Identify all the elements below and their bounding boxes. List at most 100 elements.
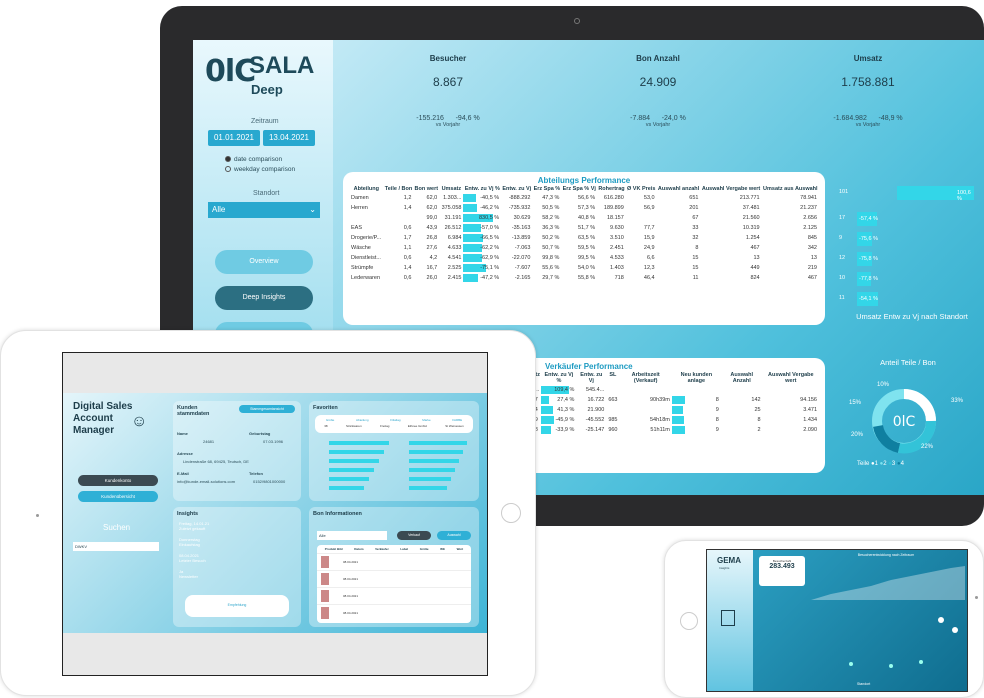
table-cell: -62,2 % xyxy=(463,243,501,253)
table-cell: 26,8 xyxy=(426,235,438,241)
birthday-value: 07.03.1996 xyxy=(263,439,284,444)
delta-bar xyxy=(463,224,481,232)
table-cell: 94.156 xyxy=(800,397,817,403)
table-cell: 63,5 % xyxy=(578,235,596,241)
favorites-header: Größe Abteilung Filialtag Marke FARBE xyxy=(315,415,473,422)
column-header: Ø VK Preis xyxy=(626,186,656,192)
bon-select[interactable]: Alle xyxy=(317,531,387,540)
column-header: Auswahl Anzahl xyxy=(730,372,754,384)
table-cell: -2.165 xyxy=(514,275,531,281)
favorites-cell: Freitag xyxy=(380,424,390,428)
bon-title: Bon Informationen xyxy=(313,511,362,517)
table-cell: 13 xyxy=(810,255,817,261)
favorites-cell: 38 xyxy=(324,424,328,428)
search-input[interactable]: DWKV xyxy=(73,542,159,551)
search-value: DWKV xyxy=(75,544,87,549)
location-select[interactable]: Alle ⌄ xyxy=(208,202,320,218)
table-cell: 37.481 xyxy=(742,205,760,211)
nav-deep-insights-button[interactable]: Deep Insights xyxy=(215,286,313,310)
table-cell: 30.629 xyxy=(513,215,531,221)
table-cell: 4.533 xyxy=(610,255,624,261)
table-cell: 219 xyxy=(807,265,817,271)
table-row: Wäsche 1,1 27,6 4.633 -62,2 % -7.063 50,7 % 59,… xyxy=(349,243,819,253)
sale-button[interactable]: Verkauf xyxy=(397,531,431,540)
delta-value: -57,0 % xyxy=(480,225,500,231)
insight-row: 08.04.2021 Letzter Besuch xyxy=(179,553,295,563)
new-customer-bar xyxy=(671,426,686,434)
table-row: Strümpfe 1,4 16,7 2.525 -75,1 % -7.607 55,6 % 5… xyxy=(349,263,819,273)
column-header: Arbeitszeit (Verkauf) xyxy=(631,372,660,384)
favorite-bar xyxy=(409,441,467,445)
table-row: 77.77727,4 %16.72266390h39m814294.156 xyxy=(519,395,819,405)
table-cell: -22.070 xyxy=(511,255,531,261)
table-cell: Dienstleist... xyxy=(351,255,381,261)
table-cell: 15,9 xyxy=(643,235,655,241)
customer-overview-button[interactable]: Kundenübersicht xyxy=(78,491,158,502)
favorite-bar xyxy=(329,450,384,454)
date-from-input[interactable]: 01.01.2021 xyxy=(208,130,260,146)
customer-account-button[interactable]: Kundenkonto xyxy=(78,475,158,486)
table-cell: Strümpfe xyxy=(351,265,374,271)
nav-overview-button[interactable]: Overview xyxy=(215,250,313,274)
kpi-title: Besucher xyxy=(429,54,467,63)
favorites-col-header: Marke xyxy=(422,418,431,422)
kpi-besucher: Besucher 8.867 -155.216 -94,6 % vs Vorja… xyxy=(343,54,553,166)
table-cell: 43,9 xyxy=(426,225,438,231)
location-caption: Umsatz Entw zu Vj nach Standort xyxy=(856,312,968,321)
table-cell: 15 xyxy=(692,255,699,261)
table-cell: 57,3 % xyxy=(578,205,596,211)
location-label: 10 xyxy=(839,275,846,281)
table-cell: 24,9 xyxy=(643,245,655,251)
table-cell: 77,7 xyxy=(643,225,655,231)
delta-bar xyxy=(541,426,551,434)
selection-button[interactable]: Auswahl xyxy=(437,531,471,540)
table-cell: 32 xyxy=(692,235,699,241)
donut-label-10: 10% xyxy=(877,382,890,388)
table-cell: -45,9 % xyxy=(541,415,576,425)
scatter-point xyxy=(889,664,893,668)
delta-bar xyxy=(541,406,553,414)
favorite-bar xyxy=(409,468,455,472)
radio-weekday-comparison[interactable]: weekday comparison xyxy=(225,166,295,173)
new-customer-value: 8 xyxy=(715,417,719,423)
delta-value: 109,4 % xyxy=(554,387,575,393)
table-cell: 9 xyxy=(671,425,721,435)
kpi-pct: -94,6 % xyxy=(455,115,480,122)
address-label: Adresse xyxy=(177,451,193,456)
table-cell: 12,3 xyxy=(643,265,655,271)
radio-label: date comparison xyxy=(234,156,283,163)
kpi-title: Bon Anzahl xyxy=(636,54,680,63)
table-cell: 1.403 xyxy=(610,265,624,271)
bon-row: 08.04.2021 xyxy=(317,570,471,587)
table-cell: 56,9 xyxy=(643,205,655,211)
bon-date: 08.04.2021 xyxy=(343,560,359,564)
document-icon xyxy=(721,610,735,626)
new-customer-bar xyxy=(671,396,686,404)
radio-date-comparison[interactable]: date comparison xyxy=(225,156,282,163)
donut-label-22: 22% xyxy=(921,444,934,450)
column-header: Auswahl Vergabe wert xyxy=(701,186,761,192)
delta-bar xyxy=(463,194,476,202)
date-to-input[interactable]: 13.04.2021 xyxy=(263,130,315,146)
table-cell: 54,0 % xyxy=(578,265,596,271)
column-header: Neu kunden anlage xyxy=(680,372,713,384)
kpi-value: 24.909 xyxy=(639,75,677,89)
tablet-home-button[interactable] xyxy=(501,503,521,523)
favorites-col-header: FARBE xyxy=(452,418,463,422)
master-view-button[interactable]: Stammgesamtansicht xyxy=(239,405,295,413)
bon-col-header: WE xyxy=(440,547,445,551)
phone-home-button[interactable] xyxy=(680,612,698,630)
legend-title: Teile xyxy=(857,461,872,467)
new-customer-bar xyxy=(671,406,683,414)
table-cell: 16.722 xyxy=(587,397,605,403)
table-cell: -35.163 xyxy=(511,225,531,231)
table-cell: 11 xyxy=(692,275,699,281)
delta-bar xyxy=(541,396,549,404)
favorites-cell: Strickwaren xyxy=(345,424,362,428)
location-value: -75,8 % xyxy=(859,256,878,262)
table-cell: 26,0 xyxy=(426,275,438,281)
recommendation-box[interactable]: Empfehlung xyxy=(185,595,289,617)
insight-row: Freitag, 14.01.21 Zuletzt gekauft xyxy=(179,521,295,531)
table-cell: -57,0 % xyxy=(463,223,501,233)
table-header: UmsatzEntw. zu Vj %Entw. zu VjSLArbeitsz… xyxy=(519,371,819,385)
